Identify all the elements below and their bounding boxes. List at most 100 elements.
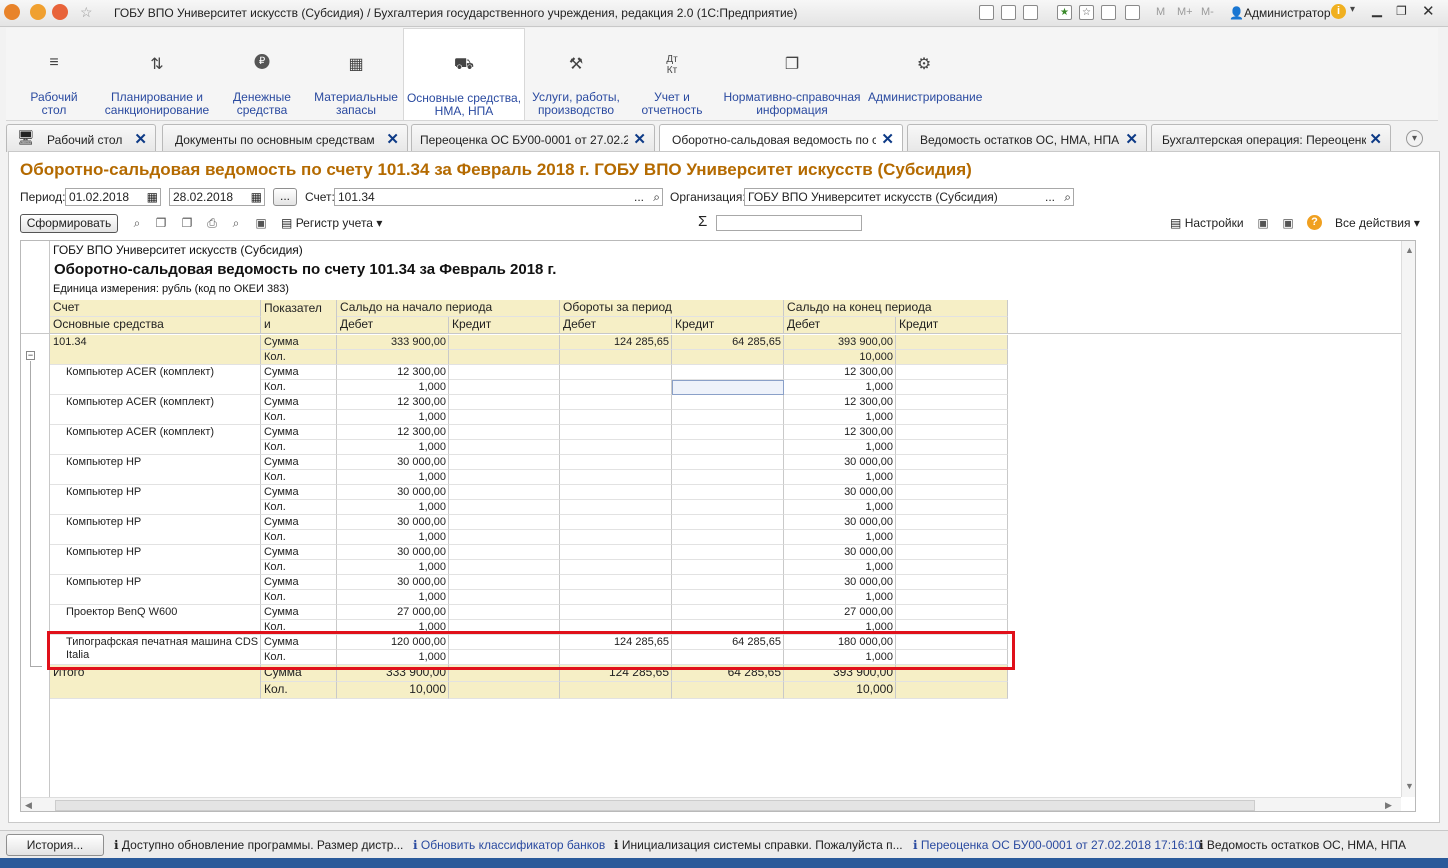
row-sum-value[interactable] bbox=[896, 605, 1008, 620]
row-sum-value[interactable] bbox=[449, 365, 560, 380]
total-qty-value[interactable] bbox=[672, 682, 784, 699]
generate-button[interactable]: Сформировать bbox=[20, 214, 118, 233]
row-qty-value[interactable]: 1,000 bbox=[337, 590, 449, 605]
row-qty-value[interactable] bbox=[560, 560, 672, 575]
row-sum-label[interactable]: Сумма bbox=[261, 575, 337, 590]
row-qty-value[interactable]: 1,000 bbox=[784, 440, 896, 455]
copy-icon[interactable]: ❐ bbox=[153, 215, 169, 231]
info-icon[interactable]: i bbox=[1331, 4, 1346, 19]
scroll-right-icon[interactable]: ▶ bbox=[1385, 800, 1392, 811]
row-sum-value[interactable]: 30 000,00 bbox=[784, 545, 896, 560]
header-credit[interactable]: Кредит bbox=[449, 317, 560, 334]
row-sum-value[interactable]: 30 000,00 bbox=[784, 455, 896, 470]
row-qty-value[interactable] bbox=[449, 410, 560, 425]
row-qty-value[interactable]: 1,000 bbox=[784, 530, 896, 545]
report-spreadsheet[interactable]: ГОБУ ВПО Университет искусств (Субсидия)… bbox=[20, 240, 1416, 812]
row-account-name[interactable]: Компьютер HP bbox=[50, 575, 261, 605]
row-sum-value[interactable] bbox=[672, 395, 784, 410]
calendar-icon[interactable] bbox=[1125, 5, 1140, 20]
row-sum-value[interactable]: 27 000,00 bbox=[784, 605, 896, 620]
row-qty-label[interactable]: Кол. bbox=[261, 410, 337, 425]
row-qty-value[interactable] bbox=[672, 350, 784, 365]
save-settings-icon[interactable]: ▣ bbox=[1280, 215, 1296, 231]
row-sum-value[interactable]: 12 300,00 bbox=[337, 365, 449, 380]
memory-m-minus[interactable]: M- bbox=[1201, 6, 1214, 18]
section-reference[interactable]: ❐ Нормативно-справочная информация bbox=[722, 28, 862, 120]
row-sum-value[interactable]: 64 285,65 bbox=[672, 335, 784, 350]
section-desktop[interactable]: ≡ Рабочий стол bbox=[16, 28, 92, 120]
row-qty-label[interactable]: Кол. bbox=[261, 590, 337, 605]
header-debit[interactable]: Дебет bbox=[560, 317, 672, 334]
row-sum-value[interactable]: 12 300,00 bbox=[784, 425, 896, 440]
row-sum-label[interactable]: Сумма bbox=[261, 395, 337, 410]
row-sum-value[interactable] bbox=[560, 575, 672, 590]
row-qty-value[interactable] bbox=[896, 560, 1008, 575]
row-sum-value[interactable] bbox=[672, 485, 784, 500]
row-sum-value[interactable] bbox=[896, 335, 1008, 350]
row-account-name[interactable]: Компьютер ACER (комплект) bbox=[50, 365, 261, 395]
close-icon[interactable]: ✕ bbox=[1125, 130, 1138, 148]
row-sum-value[interactable] bbox=[896, 515, 1008, 530]
row-qty-value[interactable] bbox=[449, 590, 560, 605]
row-sum-value[interactable] bbox=[560, 545, 672, 560]
row-qty-value[interactable] bbox=[672, 470, 784, 485]
row-sum-value[interactable] bbox=[672, 455, 784, 470]
row-sum-value[interactable] bbox=[672, 605, 784, 620]
status-item-help-init[interactable]: ℹ Инициализация системы справки. Пожалуй… bbox=[614, 838, 903, 852]
row-sum-value[interactable]: 12 300,00 bbox=[784, 395, 896, 410]
find-icon[interactable]: ⌕ bbox=[129, 215, 145, 231]
preview-icon[interactable]: ⌕ bbox=[228, 215, 244, 231]
row-sum-value[interactable]: 30 000,00 bbox=[784, 485, 896, 500]
row-sum-value[interactable] bbox=[449, 605, 560, 620]
row-qty-value[interactable] bbox=[672, 560, 784, 575]
add-favorite-icon[interactable]: ★ bbox=[1057, 5, 1072, 20]
calendar-icon[interactable]: ▦ bbox=[147, 189, 158, 205]
total-qty-value[interactable] bbox=[560, 682, 672, 699]
preview-icon[interactable] bbox=[1023, 5, 1038, 20]
row-sum-value[interactable]: 30 000,00 bbox=[784, 515, 896, 530]
row-sum-label[interactable]: Сумма bbox=[261, 365, 337, 380]
close-icon[interactable]: ✕ bbox=[881, 130, 894, 148]
section-accounting[interactable]: Дт Кт Учет и отчетность bbox=[634, 28, 710, 120]
collapse-group-icon[interactable]: − bbox=[26, 351, 35, 360]
row-sum-label[interactable]: Сумма bbox=[261, 485, 337, 500]
section-fixed-assets[interactable]: ⛟ Основные средства, НМА, НПА bbox=[403, 28, 525, 120]
tab-documents[interactable]: Документы по основным средствам ✕ bbox=[162, 124, 408, 152]
row-qty-value[interactable] bbox=[337, 350, 449, 365]
row-qty-value[interactable] bbox=[672, 500, 784, 515]
row-sum-value[interactable] bbox=[449, 455, 560, 470]
minimize-icon[interactable]: ▁ bbox=[1372, 2, 1382, 18]
row-qty-label[interactable]: Кол. bbox=[261, 380, 337, 395]
row-qty-value[interactable] bbox=[896, 500, 1008, 515]
menu-dropdown-icon[interactable] bbox=[30, 4, 46, 20]
row-qty-label[interactable]: Кол. bbox=[261, 350, 337, 365]
row-account-name[interactable]: Компьютер HP bbox=[50, 455, 261, 485]
row-qty-value[interactable] bbox=[896, 350, 1008, 365]
period-to-field[interactable]: 28.02.2018 ▦ bbox=[169, 188, 265, 206]
row-account-name[interactable]: Компьютер HP bbox=[50, 515, 261, 545]
close-icon[interactable]: ✕ bbox=[386, 130, 399, 148]
memory-m[interactable]: M bbox=[1156, 6, 1165, 18]
row-sum-value[interactable] bbox=[672, 425, 784, 440]
select-ellipsis-icon[interactable]: ... bbox=[1045, 189, 1055, 205]
organization-field[interactable]: ГОБУ ВПО Университет искусств (Субсидия)… bbox=[744, 188, 1074, 206]
row-sum-value[interactable] bbox=[449, 335, 560, 350]
calendar-icon[interactable]: ▦ bbox=[251, 189, 262, 205]
load-settings-icon[interactable]: ▣ bbox=[1255, 215, 1271, 231]
row-qty-value[interactable] bbox=[449, 350, 560, 365]
row-sum-value[interactable] bbox=[449, 515, 560, 530]
vertical-scrollbar[interactable]: ▲ ▼ bbox=[1401, 241, 1415, 797]
row-qty-value[interactable] bbox=[560, 380, 672, 395]
row-qty-value[interactable] bbox=[560, 590, 672, 605]
total-qty-value[interactable]: 10,000 bbox=[337, 682, 449, 699]
row-qty-value[interactable] bbox=[449, 380, 560, 395]
scroll-thumb[interactable] bbox=[55, 800, 1255, 811]
row-qty-value[interactable] bbox=[672, 530, 784, 545]
row-sum-value[interactable] bbox=[560, 425, 672, 440]
favorites-icon[interactable]: ☆ bbox=[1079, 5, 1094, 20]
restore-icon[interactable]: ❐ bbox=[1396, 4, 1407, 18]
row-qty-value[interactable] bbox=[896, 410, 1008, 425]
row-sum-value[interactable] bbox=[672, 365, 784, 380]
section-planning[interactable]: ⇅ Планирование и санкционирование bbox=[102, 28, 212, 120]
horizontal-scrollbar[interactable]: ◀ ▶ bbox=[21, 797, 1401, 811]
